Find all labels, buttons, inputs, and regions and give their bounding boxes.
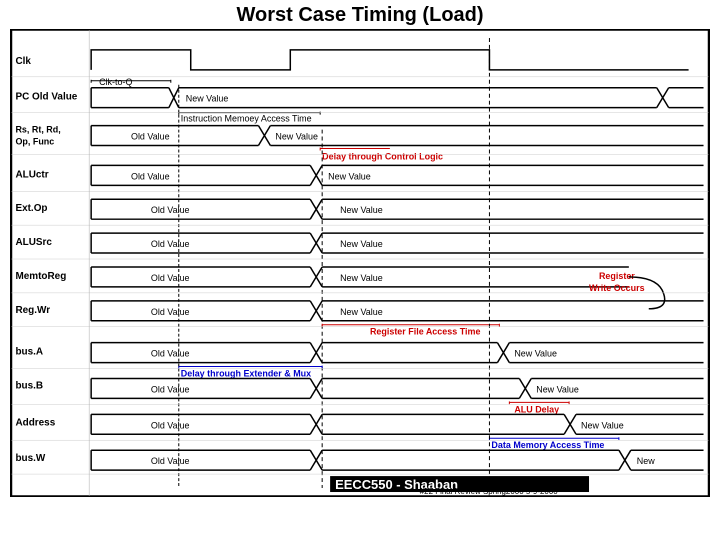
svg-text:Data Memory Access Time: Data Memory Access Time <box>491 440 604 450</box>
svg-text:New Value: New Value <box>328 171 371 181</box>
svg-text:Register File Access Time: Register File Access Time <box>370 327 480 337</box>
svg-text:Old Value: Old Value <box>151 384 190 394</box>
svg-text:Delay through Control Logic: Delay through Control Logic <box>322 151 443 161</box>
svg-text:ALU Delay: ALU Delay <box>514 404 559 414</box>
svg-text:ALUSrc: ALUSrc <box>15 237 52 248</box>
svg-text:New Value: New Value <box>581 420 624 430</box>
svg-text:bus.B: bus.B <box>15 380 43 391</box>
svg-text:Address: Address <box>15 417 55 428</box>
svg-text:Op, Func: Op, Func <box>15 137 54 147</box>
svg-text:New Value: New Value <box>186 94 229 104</box>
page-title: Worst Case Timing (Load) <box>8 4 712 27</box>
svg-text:Delay through Extender & Mux: Delay through Extender & Mux <box>181 369 311 379</box>
svg-text:Reg.Wr: Reg.Wr <box>15 305 50 316</box>
timing-diagram: Clk Clk-to-Q PC Old Value New Value <box>10 29 710 497</box>
svg-text:Ext.Op: Ext.Op <box>15 203 47 214</box>
svg-text:New Value: New Value <box>340 239 383 249</box>
svg-text:New Value: New Value <box>340 273 383 283</box>
svg-text:New: New <box>637 456 655 466</box>
svg-text:Old Value: Old Value <box>131 132 170 142</box>
svg-text:bus.W: bus.W <box>15 453 45 464</box>
svg-text:New Value: New Value <box>340 307 383 317</box>
svg-text:bus.A: bus.A <box>15 347 43 358</box>
svg-text:Old Value: Old Value <box>151 205 190 215</box>
svg-text:Old Value: Old Value <box>131 171 170 181</box>
svg-text:Old Value: Old Value <box>151 273 190 283</box>
svg-text:New Value: New Value <box>514 349 557 359</box>
svg-text:Register: Register <box>599 271 635 281</box>
svg-text:Old Value: Old Value <box>151 456 190 466</box>
svg-text:Old Value: Old Value <box>151 239 190 249</box>
svg-text:MemtoReg: MemtoReg <box>15 271 66 282</box>
svg-text:Clk-to-Q: Clk-to-Q <box>99 77 132 87</box>
svg-text:Old Value: Old Value <box>151 420 190 430</box>
svg-text:New Value: New Value <box>275 132 318 142</box>
svg-text:Clk: Clk <box>15 56 31 67</box>
page-container: Worst Case Timing (Load) Clk Clk-to-Q PC… <box>0 0 720 540</box>
svg-text:New Value: New Value <box>536 384 579 394</box>
svg-text:Old Value: Old Value <box>151 349 190 359</box>
svg-text:Write Occurs: Write Occurs <box>589 283 645 293</box>
svg-text:#22 Final Review Spring2000: #22 Final Review Spring2000 5-9-2000 <box>420 487 559 496</box>
svg-text:New Value: New Value <box>340 205 383 215</box>
svg-text:ALUctr: ALUctr <box>15 169 48 180</box>
svg-text:PC Old Value: PC Old Value <box>15 92 77 103</box>
svg-text:Rs, Rt, Rd,: Rs, Rt, Rd, <box>15 125 60 135</box>
svg-text:Instruction Memoey Access Time: Instruction Memoey Access Time <box>181 114 312 124</box>
svg-text:Old Value: Old Value <box>151 307 190 317</box>
